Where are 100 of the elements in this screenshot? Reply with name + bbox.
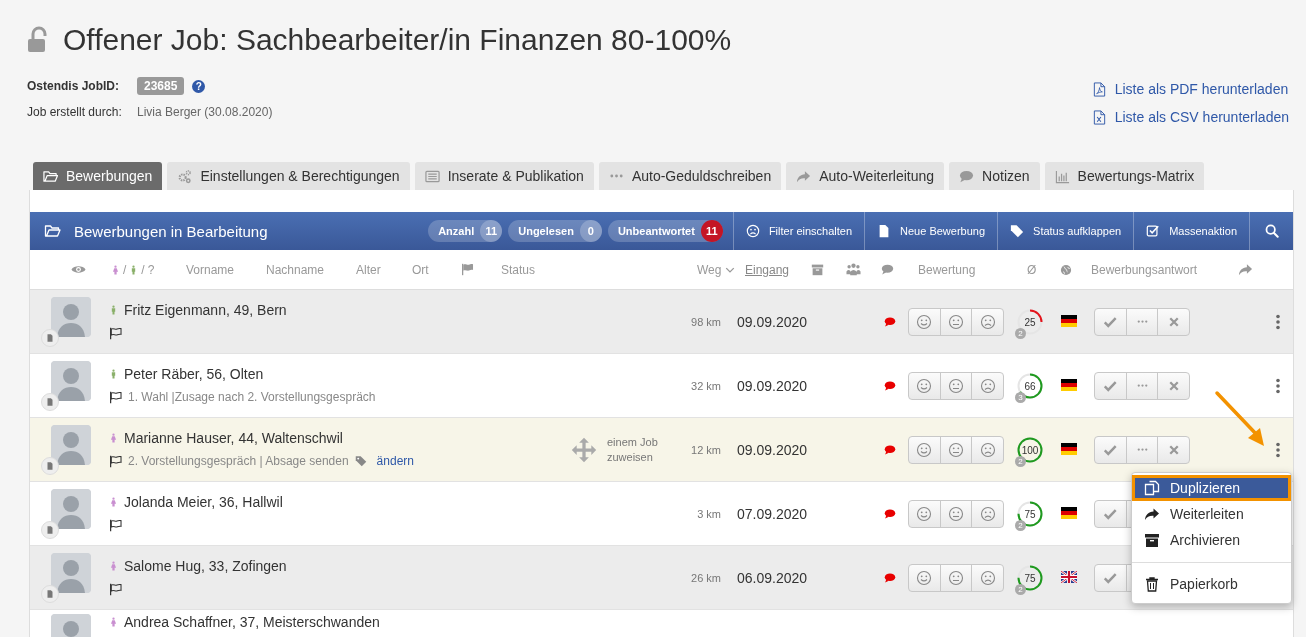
applicant-name[interactable]: Fritz Eigenmann, 49, Bern (124, 302, 287, 318)
archive-box-icon (1144, 532, 1160, 548)
distance: 32 km (690, 379, 721, 392)
score-value: 25 (1024, 316, 1036, 327)
smile-icon (916, 441, 933, 458)
trash-icon (1144, 575, 1160, 592)
applicant-name[interactable]: Marianne Hauser, 44, Waltenschwil (124, 430, 343, 446)
female-icon (109, 495, 118, 509)
job-id-badge: 23685 (137, 77, 185, 95)
applicant-name[interactable]: Peter Räber, 56, Olten (124, 366, 264, 382)
distance: 26 km (690, 571, 721, 584)
female-icon (109, 559, 118, 573)
meta-label: Ostendis JobID: (27, 79, 120, 93)
menu-item[interactable]: Archivieren (1132, 527, 1291, 553)
tag-icon (1010, 224, 1025, 238)
folder-icon (43, 223, 62, 239)
panel-title: Bewerbungen in Bearbeitung (74, 222, 268, 240)
smile-icon (916, 505, 933, 522)
status-text: 2. Vorstellungsgespräch | Absage senden (128, 454, 349, 468)
male-icon (109, 303, 118, 317)
applicant-name[interactable]: Salome Hug, 33, Zofingen (124, 558, 287, 574)
distance: 3 km (696, 507, 721, 520)
female-icon (109, 431, 118, 445)
column-header-separator: / (123, 262, 127, 277)
dots-icon (1135, 448, 1149, 451)
column-header-separator: / (141, 262, 145, 277)
checkbox-icon (1146, 224, 1161, 238)
flag-outline-icon (109, 326, 122, 340)
rating-count: 2 (1015, 519, 1026, 531)
document-badge[interactable] (41, 584, 59, 603)
frown-icon (745, 224, 760, 238)
kebab-icon (1276, 441, 1280, 458)
list-icon (424, 168, 440, 184)
tab[interactable]: Bewertungs-Matrix (1044, 162, 1205, 190)
duplicate-icon (1144, 480, 1160, 496)
page-title: Offener Job: Sachbearbeiter/in Finanzen 80-100% (63, 23, 732, 57)
document-badge[interactable] (41, 456, 59, 475)
received-date: 09.09.2020 (736, 441, 809, 458)
tab[interactable]: Auto-Geduldschreiben (598, 162, 782, 190)
document-icon (45, 460, 55, 471)
frown-icon (979, 505, 996, 522)
rating-count: 2 (1015, 455, 1026, 467)
tag-icon (354, 455, 367, 467)
move-arrows-icon (571, 436, 597, 463)
document-badge[interactable] (41, 520, 59, 539)
download-link[interactable]: Liste als PDF herunterladen (1091, 80, 1289, 98)
close-icon (1167, 443, 1180, 456)
document-badge[interactable] (41, 392, 59, 411)
close-icon (1167, 315, 1180, 328)
change-link[interactable]: ändern (376, 454, 414, 468)
flag-outline-icon (109, 390, 122, 404)
speech-bubble-icon (959, 168, 975, 184)
menu-item[interactable]: Weiterleiten (1132, 501, 1291, 527)
assign-label[interactable]: einem Job zuweisen (607, 434, 669, 465)
counter-pill[interactable]: Anzahl 11 (428, 220, 503, 242)
score-value: 66 (1024, 380, 1036, 391)
toolbar-button[interactable]: Neue Bewerbung (864, 212, 998, 250)
dots-icon (1135, 320, 1149, 323)
score-value: 75 (1024, 572, 1036, 583)
distance: 12 km (690, 443, 721, 456)
document-badge[interactable] (41, 328, 59, 347)
tab[interactable]: Inserate & Publikation (414, 162, 594, 190)
kebab-icon (1276, 377, 1280, 394)
speech-bubble-icon (883, 443, 897, 456)
tab[interactable]: Einstellungen & Berechtigungen (167, 162, 410, 190)
frown-icon (979, 377, 996, 394)
speech-bubble-icon (881, 263, 894, 276)
menu-item[interactable]: Duplizieren (1132, 475, 1291, 501)
counter-pill[interactable]: Ungelesen 0 (508, 220, 602, 242)
archive-box-icon (811, 263, 824, 276)
download-link[interactable]: Liste als CSV herunterladen (1091, 108, 1289, 126)
applicant-name[interactable]: Jolanda Meier, 36, Hallwil (124, 494, 283, 510)
flag-icon (461, 263, 474, 276)
toolbar-button[interactable]: Massenaktion (1133, 212, 1249, 250)
speech-bubble-icon (883, 571, 897, 584)
forward-arrow-icon (1144, 506, 1160, 522)
folder-icon (43, 168, 58, 184)
toolbar-button[interactable]: Filter einschalten (732, 212, 865, 250)
female-icon (109, 615, 118, 629)
menu-item[interactable]: Papierkorb (1132, 562, 1291, 597)
rating-count: 2 (1015, 327, 1026, 339)
status-text: 1. Wahl |Zusage nach 2. Vorstellungsgespräch (128, 390, 376, 404)
counter-pill[interactable]: Unbeantwortet 11 (607, 220, 723, 242)
tab[interactable]: Bewerbungen (33, 162, 163, 190)
dots-icon (608, 174, 624, 178)
avatar-silhouette (51, 360, 91, 401)
search-icon (1264, 224, 1279, 238)
smile-icon (916, 377, 933, 394)
column-header[interactable]: Eingang (745, 262, 790, 277)
speech-bubble-icon (883, 315, 897, 328)
toolbar-button[interactable]: Status aufklappen (997, 212, 1134, 250)
score-value: 100 (1021, 444, 1039, 455)
tab[interactable]: Notizen (949, 162, 1040, 190)
received-date: 09.09.2020 (736, 377, 809, 394)
help-icon[interactable]: ? (192, 79, 206, 93)
tab[interactable]: Auto-Weiterleitung (786, 162, 945, 190)
neutral-face-icon (948, 505, 964, 522)
meta-label: Job erstellt durch: (27, 105, 123, 119)
frown-icon (979, 313, 996, 330)
applicant-name[interactable]: Andrea Schaffner, 37, Meisterschwanden (124, 614, 380, 630)
